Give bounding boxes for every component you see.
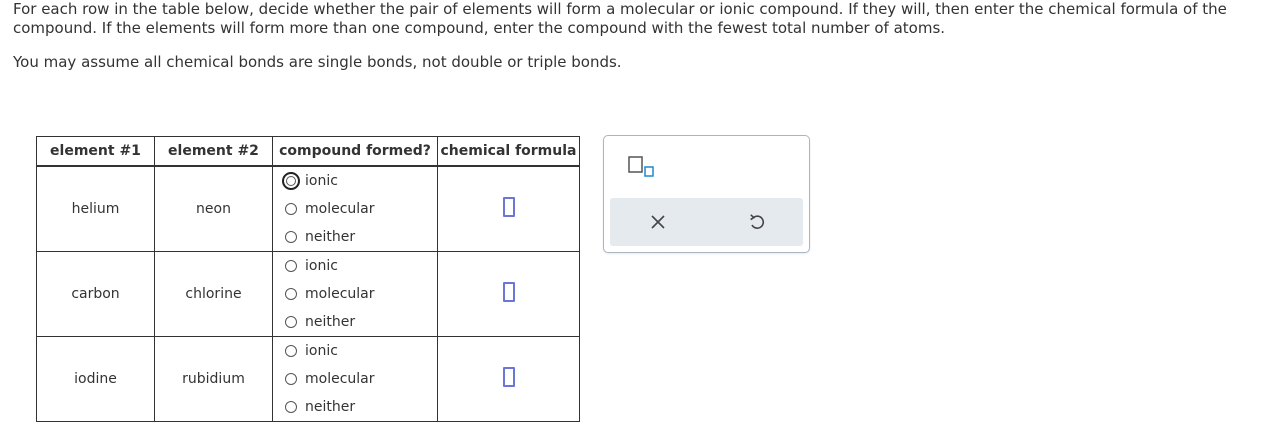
radio-button[interactable] — [285, 260, 297, 272]
header-element-1: element #1 — [36, 136, 155, 167]
compound-table: element #1 element #2 compound formed? c… — [36, 136, 580, 422]
formula-input[interactable] — [502, 367, 515, 387]
element-2-cell: rubidium — [154, 336, 273, 422]
element-2-cell: neon — [154, 165, 273, 252]
radio-option-ionic[interactable]: ionic — [282, 167, 437, 195]
superscript-subscript-box-icon[interactable] — [628, 156, 656, 178]
radio-label: neither — [305, 399, 356, 415]
compound-options: ionic molecular neither — [272, 251, 438, 337]
formula-input[interactable] — [502, 282, 515, 302]
radio-button[interactable] — [282, 172, 300, 190]
radio-label: molecular — [305, 286, 375, 302]
radio-option-neither[interactable]: neither — [285, 223, 437, 251]
radio-option-molecular[interactable]: molecular — [285, 280, 437, 308]
table-row: iodine rubidium ionic molecular neither — [36, 336, 580, 422]
instructions: For each row in the table below, decide … — [13, 0, 1275, 72]
radio-button[interactable] — [285, 203, 297, 215]
header-element-2: element #2 — [154, 136, 273, 167]
formula-cell — [437, 251, 580, 337]
tool-bar — [610, 198, 803, 246]
radio-label: ionic — [305, 258, 338, 274]
radio-label: molecular — [305, 201, 375, 217]
formula-cell — [437, 336, 580, 422]
instructions-paragraph-2: You may assume all chemical bonds are si… — [13, 53, 622, 71]
radio-option-neither[interactable]: neither — [285, 308, 437, 336]
element-2-cell: chlorine — [154, 251, 273, 337]
x-icon[interactable] — [648, 212, 668, 232]
header-chemical-formula: chemical formula — [437, 136, 580, 167]
table-row: carbon chlorine ionic molecular neither — [36, 251, 580, 337]
compound-options: ionic molecular neither — [272, 165, 438, 252]
answer-tool-panel — [603, 135, 810, 253]
radio-label: neither — [305, 314, 356, 330]
radio-button[interactable] — [285, 288, 297, 300]
radio-button[interactable] — [285, 401, 297, 413]
compound-options: ionic molecular neither — [272, 336, 438, 422]
radio-button[interactable] — [285, 373, 297, 385]
radio-option-molecular[interactable]: molecular — [285, 365, 437, 393]
table-row: helium neon ionic molecular neither — [36, 165, 580, 252]
formula-input[interactable] — [502, 197, 515, 217]
radio-label: neither — [305, 229, 356, 245]
radio-button[interactable] — [285, 231, 297, 243]
radio-button[interactable] — [285, 316, 297, 328]
radio-option-neither[interactable]: neither — [285, 393, 437, 421]
instructions-paragraph-1: For each row in the table below, decide … — [13, 0, 1227, 37]
undo-arrow-icon[interactable] — [747, 212, 767, 232]
header-compound-formed: compound formed? — [272, 136, 438, 167]
element-1-cell: carbon — [36, 251, 155, 337]
element-1-cell: iodine — [36, 336, 155, 422]
radio-option-ionic[interactable]: ionic — [285, 337, 437, 365]
radio-button[interactable] — [285, 345, 297, 357]
radio-label: molecular — [305, 371, 375, 387]
radio-label: ionic — [305, 173, 338, 189]
table-header-row: element #1 element #2 compound formed? c… — [36, 136, 580, 167]
radio-option-ionic[interactable]: ionic — [285, 252, 437, 280]
element-1-cell: helium — [36, 165, 155, 252]
formula-cell — [437, 165, 580, 252]
radio-option-molecular[interactable]: molecular — [285, 195, 437, 223]
radio-label: ionic — [305, 343, 338, 359]
